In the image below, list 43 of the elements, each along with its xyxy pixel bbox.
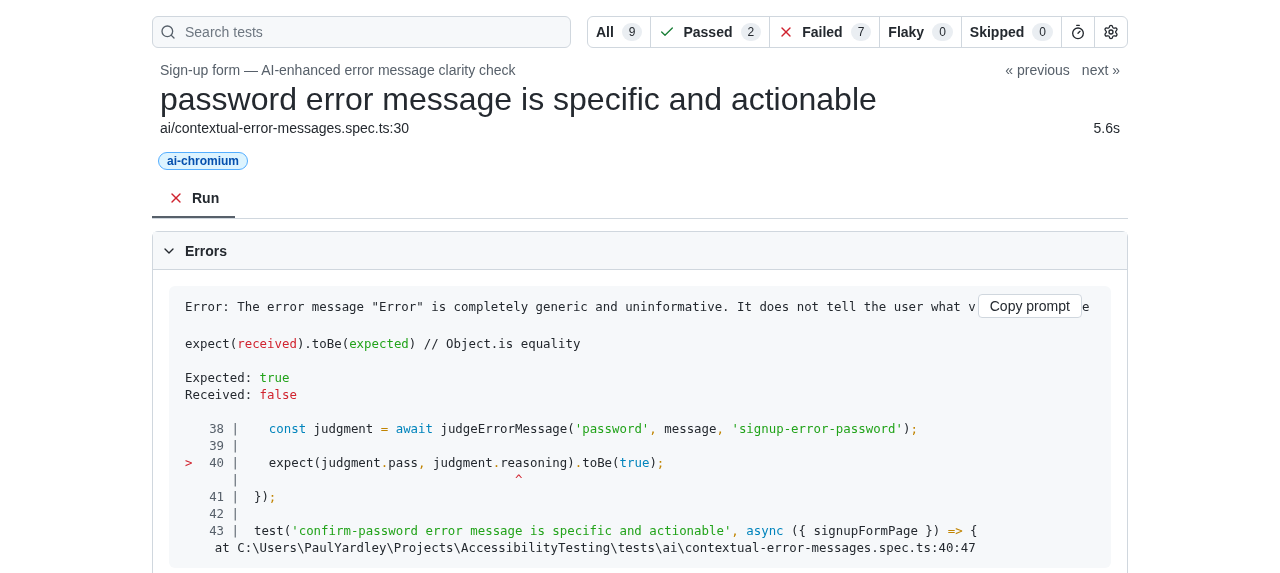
line-pointer: >	[185, 455, 193, 470]
code-line: const judgment = await judgeErrorMessage('password', message, 'signup-error-password');	[267, 420, 918, 437]
filter-button[interactable]: Flaky 0	[880, 17, 962, 47]
line-number: 41 |	[208, 488, 239, 505]
settings-icon	[1103, 24, 1119, 40]
search-icon	[160, 24, 176, 40]
received-line: Received: false	[185, 386, 298, 403]
line-number: 40 |	[208, 454, 239, 471]
code-line: test('confirm-password error message is specific and actionable', async ({ signupFormPage }) => {	[252, 522, 978, 539]
previous-link[interactable]: « previous	[1005, 60, 1070, 80]
line-number: |	[230, 471, 239, 488]
code-line: ^	[514, 471, 523, 488]
stack-trace: at C:\Users\PaulYardley\Projects\AccessibilityTesting\tests\ai\contextual-error-messages.spec.ts:40:47	[213, 539, 977, 556]
assertion-line: expect(received).toBe(expected) // Object.is equality	[185, 335, 582, 352]
file-location: ai/contextual-error-messages.spec.ts:30	[160, 119, 409, 138]
code-line: expect(judgment.pass, judgment.reasoning).toBe(true);	[267, 454, 665, 471]
test-title: password error message is specific and actionable	[159, 80, 878, 118]
expected-line: Expected: true	[185, 369, 291, 386]
count-badge: 0	[1032, 23, 1053, 41]
code-line: });	[252, 488, 277, 505]
project-tag: ai-chromium	[158, 152, 248, 170]
copy-prompt-button[interactable]: Copy prompt	[977, 294, 1082, 318]
line-number: 39 |	[208, 437, 239, 454]
count-badge: 7	[850, 23, 872, 41]
filter-button[interactable]: Failed 7	[770, 17, 881, 47]
error-message-tail: e	[1081, 298, 1090, 316]
suite-title: Sign-up form — AI-enhanced error message clarity check	[160, 61, 516, 80]
run-tab[interactable]: Run	[152, 180, 236, 218]
filter-button[interactable]: Skipped 0	[961, 17, 1062, 47]
search-field[interactable]: Search tests	[152, 16, 571, 48]
duration: 5.6s	[1093, 119, 1120, 138]
stopwatch-icon	[1070, 24, 1086, 40]
filter-button[interactable]: All 9	[587, 17, 652, 47]
count-badge: 9	[621, 23, 643, 41]
line-number: 43 |	[208, 522, 239, 539]
error-message: Error: The error message "Error" is completely generic and uninformative. It does not tell the user what v	[185, 298, 976, 316]
errors-header[interactable]: Errors	[153, 232, 1127, 270]
next-link[interactable]: next »	[1081, 60, 1120, 80]
count-badge: 0	[932, 23, 953, 41]
line-number: 42 |	[208, 505, 239, 522]
filter-button[interactable]: Passed 2	[651, 17, 771, 47]
count-badge: 2	[740, 23, 762, 41]
line-number: 38 |	[208, 420, 239, 437]
